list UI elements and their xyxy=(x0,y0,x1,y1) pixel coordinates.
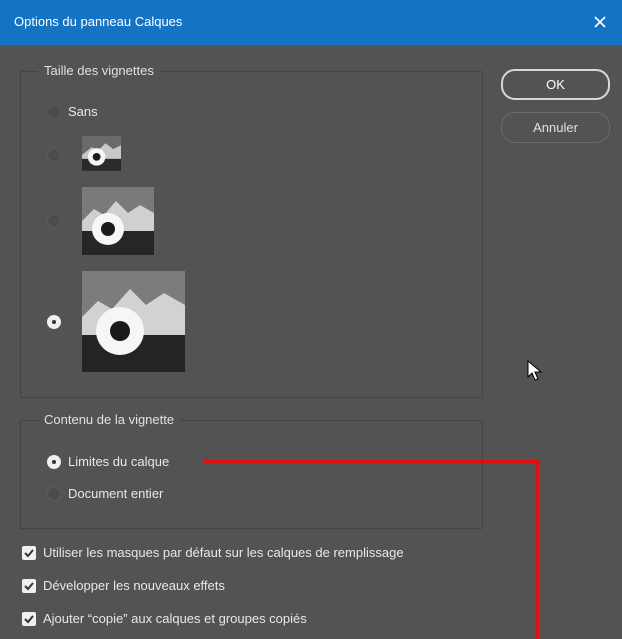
radio-entire-document-label: Document entier xyxy=(68,486,164,501)
checkbox-add-copy[interactable] xyxy=(22,612,36,626)
thumbnail-content-group xyxy=(20,420,483,529)
checkbox-add-copy-label: Ajouter “copie” aux calques et groupes c… xyxy=(43,611,307,626)
thumbnail-content-legend: Contenu de la vignette xyxy=(38,412,181,427)
checkmark-icon xyxy=(24,582,34,591)
annotation-line-vertical xyxy=(536,460,539,639)
ok-button[interactable]: OK xyxy=(501,69,610,100)
title-bar: Options du panneau Calques xyxy=(0,0,622,45)
thumbnail-large-image[interactable] xyxy=(82,271,185,372)
cancel-button[interactable]: Annuler xyxy=(501,112,610,143)
radio-layer-bounds-label: Limites du calque xyxy=(68,454,170,469)
radio-thumbnail-none[interactable] xyxy=(47,105,61,119)
checkbox-expand-new-effects[interactable] xyxy=(22,579,36,593)
thumbnail-size-legend: Taille des vignettes xyxy=(38,63,160,78)
sunflower-thumbnail-icon xyxy=(82,135,121,171)
checkbox-use-default-masks[interactable] xyxy=(22,546,36,560)
radio-layer-bounds[interactable] xyxy=(47,455,61,469)
sunflower-thumbnail-icon xyxy=(82,271,185,372)
sunflower-thumbnail-icon xyxy=(82,187,154,255)
radio-thumbnail-large[interactable] xyxy=(47,315,61,329)
mouse-cursor xyxy=(527,359,543,387)
thumbnail-medium-image[interactable] xyxy=(82,187,154,255)
close-button[interactable] xyxy=(578,0,622,45)
radio-thumbnail-small[interactable] xyxy=(47,148,61,162)
pointer-icon xyxy=(527,359,543,381)
radio-thumbnail-medium[interactable] xyxy=(47,214,61,228)
checkmark-icon xyxy=(24,615,34,624)
annotation-line-horizontal xyxy=(204,460,539,463)
dialog-title: Options du panneau Calques xyxy=(14,14,183,29)
radio-thumbnail-none-label: Sans xyxy=(68,104,98,119)
radio-entire-document[interactable] xyxy=(47,487,61,501)
checkbox-expand-new-effects-label: Développer les nouveaux effets xyxy=(43,578,225,593)
checkmark-icon xyxy=(24,549,34,558)
thumbnail-small-image[interactable] xyxy=(82,135,121,171)
close-icon xyxy=(594,16,606,28)
checkbox-use-default-masks-label: Utiliser les masques par défaut sur les … xyxy=(43,545,404,560)
